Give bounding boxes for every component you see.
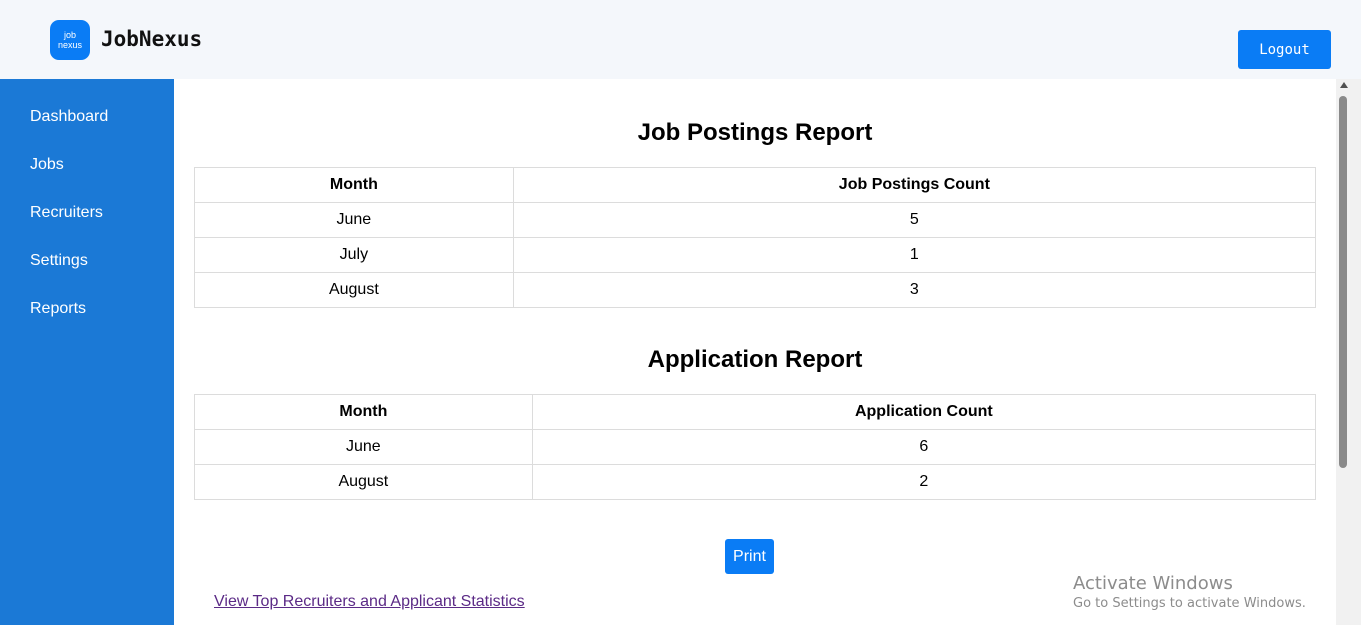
scrollbar-thumb[interactable] [1339,96,1347,468]
table-header-row: Month Job Postings Count [194,167,1317,203]
activate-windows-watermark: Activate Windows Go to Settings to activ… [1073,573,1306,611]
sidebar-item-reports[interactable]: Reports [30,300,86,318]
count-cell: 6 [531,429,1317,465]
table-row: June 5 [194,202,1317,238]
sidebar-item-jobs[interactable]: Jobs [30,156,64,174]
column-header-month: Month [194,394,533,430]
job-postings-table: Month Job Postings Count June 5 July 1 A… [194,167,1317,308]
brand-name[interactable]: JobNexus [101,27,202,51]
table-row: July 1 [194,237,1317,273]
month-cell: June [194,429,533,465]
month-cell: August [194,464,533,500]
logout-button[interactable]: Logout [1238,30,1331,69]
sidebar-item-dashboard[interactable]: Dashboard [30,108,108,126]
application-table: Month Application Count June 6 August 2 [194,394,1317,500]
jobnexus-logo-icon[interactable]: job nexus [50,20,90,60]
application-report-title: Application Report [647,346,863,373]
count-cell: 1 [512,237,1317,273]
view-statistics-link[interactable]: View Top Recruiters and Applicant Statis… [214,593,525,611]
count-cell: 2 [531,464,1317,500]
month-cell: June [194,202,514,238]
sidebar: Dashboard Jobs Recruiters Settings Repor… [0,79,174,625]
sidebar-item-recruiters[interactable]: Recruiters [30,204,103,222]
month-cell: August [194,272,514,308]
column-header-month: Month [194,167,514,203]
print-button[interactable]: Print [725,539,774,574]
job-postings-report-title: Job Postings Report [637,119,873,146]
column-header-application-count: Application Count [531,394,1317,430]
logo-text-line2: nexus [57,40,83,50]
count-cell: 3 [512,272,1317,308]
watermark-title: Activate Windows [1073,573,1233,594]
table-row: August 3 [194,272,1317,308]
count-cell: 5 [512,202,1317,238]
column-header-job-postings-count: Job Postings Count [512,167,1317,203]
table-header-row: Month Application Count [194,394,1317,430]
watermark-subtitle: Go to Settings to activate Windows. [1073,596,1306,611]
month-cell: July [194,237,514,273]
table-row: August 2 [194,464,1317,500]
logo-text-line1: job [63,30,76,40]
scroll-up-arrow-icon[interactable] [1340,82,1348,88]
table-row: June 6 [194,429,1317,465]
top-header: job nexus JobNexus Logout [0,0,1361,79]
sidebar-item-settings[interactable]: Settings [30,252,88,270]
